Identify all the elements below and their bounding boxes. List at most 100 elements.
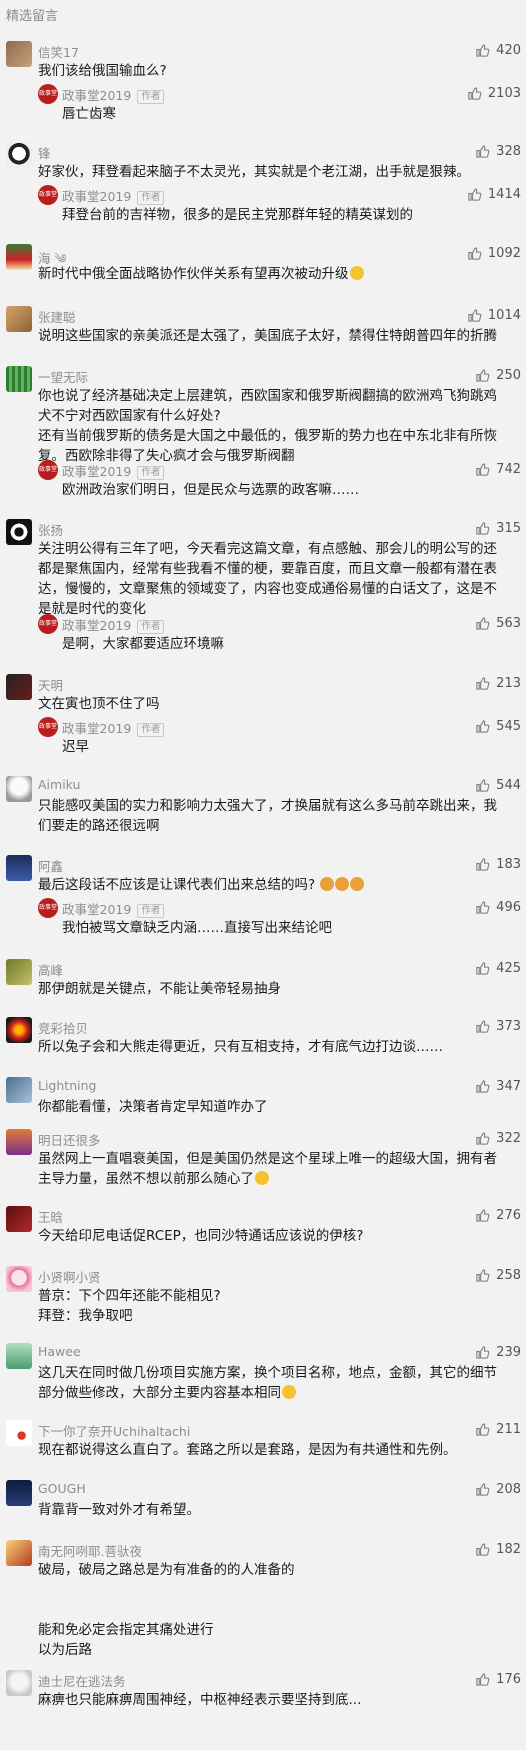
- thumbs-up-icon: [476, 44, 490, 57]
- avatar[interactable]: [6, 1017, 32, 1043]
- author-name: 政事堂2019: [62, 464, 132, 479]
- comment-text: 说明这些国家的亲美派还是太强了，美国底子太好，禁得住特朗普四年的折腾: [38, 328, 497, 344]
- avatar[interactable]: [6, 855, 32, 881]
- commenter-name: Aimiku: [38, 777, 81, 792]
- thumbs-up-icon: [476, 779, 490, 792]
- avatar[interactable]: [6, 1206, 32, 1232]
- thumbs-up-icon: [476, 369, 490, 382]
- reply-text: 是啊，大家都要适应环境嘛: [62, 636, 224, 652]
- like-button[interactable]: 373: [475, 1019, 521, 1034]
- avatar[interactable]: [6, 1343, 32, 1369]
- comment-text: 虽然网上一直唱衰美国，但是美国仍然是这个星球上唯一的超级大国，拥有者主导力量，虽…: [38, 1149, 508, 1189]
- like-button[interactable]: 211: [475, 1422, 521, 1437]
- author-badge: 作者: [137, 723, 165, 737]
- comment-text: 麻痹也只能麻痹周围神经，中枢神经表示要坚持到底...: [38, 1692, 362, 1708]
- like-button[interactable]: 322: [475, 1131, 521, 1146]
- reply-like-button[interactable]: 1414: [467, 187, 521, 202]
- thumbs-up-icon: [468, 309, 482, 322]
- like-button[interactable]: 239: [475, 1345, 521, 1360]
- like-button[interactable]: 315: [475, 521, 521, 536]
- thumbs-up-icon: [468, 188, 482, 201]
- commenter-name: 锋: [38, 146, 51, 161]
- reply-like-button[interactable]: 496: [475, 900, 521, 915]
- like-button[interactable]: 258: [475, 1268, 521, 1283]
- emoji-icon: [350, 877, 365, 891]
- commenter-name: 王晗: [38, 1210, 64, 1225]
- avatar[interactable]: [6, 1480, 32, 1506]
- avatar[interactable]: [6, 1266, 32, 1292]
- thumbs-up-icon: [476, 720, 490, 733]
- avatar[interactable]: [6, 306, 32, 332]
- avatar[interactable]: [6, 366, 32, 392]
- author-avatar: 政事堂: [38, 185, 58, 205]
- like-button[interactable]: 182: [475, 1542, 521, 1557]
- author-name: 政事堂2019: [62, 902, 132, 917]
- thumbs-up-icon: [476, 677, 490, 690]
- avatar[interactable]: [6, 1129, 32, 1155]
- thumbs-up-icon: [476, 522, 490, 535]
- like-button[interactable]: 328: [475, 144, 521, 159]
- commenter-name: 竞彩拾贝: [38, 1021, 89, 1036]
- avatar[interactable]: [6, 41, 32, 67]
- comment-text: 你都能看懂，决策者肯定早知道咋办了: [38, 1099, 268, 1115]
- reply-like-button[interactable]: 545: [475, 719, 521, 734]
- avatar[interactable]: [6, 519, 32, 545]
- author-name: 政事堂2019: [62, 88, 132, 103]
- like-button[interactable]: 276: [475, 1208, 521, 1223]
- like-button[interactable]: 420: [475, 43, 521, 58]
- like-button[interactable]: 250: [475, 368, 521, 383]
- avatar[interactable]: [6, 1670, 32, 1696]
- avatar[interactable]: [6, 142, 32, 168]
- commenter-name: 一望无际: [38, 370, 89, 385]
- thumbs-up-icon: [476, 901, 490, 914]
- avatar[interactable]: [6, 244, 32, 270]
- avatar[interactable]: [6, 674, 32, 700]
- author-badge: 作者: [137, 466, 165, 480]
- commenter-name: 阿鑫: [38, 859, 64, 874]
- comment-text: 文在寅也顶不住了吗: [38, 696, 160, 712]
- reply-text: 迟早: [62, 739, 89, 755]
- avatar[interactable]: [6, 1540, 32, 1566]
- commenter-name: 明日还很多: [38, 1133, 101, 1148]
- author-name-line: 政事堂2019 作者: [62, 718, 165, 737]
- like-count: 1092: [487, 246, 521, 261]
- comment-text: 所以兔子会和大熊走得更近，只有互相支持，才有底气边打边谈……: [38, 1039, 443, 1055]
- like-button[interactable]: 425: [475, 961, 521, 976]
- reply-like-button[interactable]: 2103: [467, 86, 521, 101]
- author-avatar: 政事堂: [38, 717, 58, 737]
- like-count: 182: [496, 1542, 521, 1557]
- thumbs-up-icon: [476, 1132, 490, 1145]
- author-avatar: 政事堂: [38, 460, 58, 480]
- comment-text: 今天给印尼电话促RCEP，也同沙特通话应该说的伊核?: [38, 1228, 364, 1244]
- like-button[interactable]: 183: [475, 857, 521, 872]
- thumbs-up-icon: [476, 1080, 490, 1093]
- author-name: 政事堂2019: [62, 721, 132, 736]
- author-reply: 政事堂 政事堂2019 作者 欧洲政治家们明日，但是民众与选票的政客嘛…… 742: [38, 460, 526, 504]
- thumbs-up-icon: [476, 1673, 490, 1686]
- comment-text: 最后这段话不应该是让课代表们出来总结的吗?: [38, 875, 508, 895]
- avatar[interactable]: [6, 959, 32, 985]
- author-reply: 政事堂 政事堂2019 作者 拜登台前的吉祥物，很多的是民主党那群年轻的精英谋划的…: [38, 185, 526, 229]
- like-button[interactable]: 208: [475, 1482, 521, 1497]
- avatar[interactable]: [6, 776, 32, 802]
- comment-text: 现在都说得这么直白了。套路之所以是套路，是因为有共通性和先例。: [38, 1442, 457, 1458]
- avatar[interactable]: [6, 1420, 32, 1446]
- like-button[interactable]: 176: [475, 1672, 521, 1687]
- reply-like-button[interactable]: 742: [475, 462, 521, 477]
- comment-text-body: 新时代中俄全面战略协作伙伴关系有望再次被动升级: [38, 266, 349, 282]
- reply-text: 我怕被骂文章缺乏内涵……直接写出来结论吧: [62, 920, 332, 936]
- like-button[interactable]: 347: [475, 1079, 521, 1094]
- thumbs-up-icon: [476, 858, 490, 871]
- like-button[interactable]: 1014: [467, 308, 521, 323]
- thumbs-up-icon: [476, 1483, 490, 1496]
- like-button[interactable]: 1092: [467, 246, 521, 261]
- like-count: 208: [496, 1482, 521, 1497]
- like-button[interactable]: 544: [475, 778, 521, 793]
- author-name: 政事堂2019: [62, 618, 132, 633]
- author-reply: 政事堂 政事堂2019 作者 是啊，大家都要适应环境嘛 563: [38, 614, 526, 658]
- like-button[interactable]: 213: [475, 676, 521, 691]
- avatar[interactable]: [6, 1077, 32, 1103]
- reply-like-button[interactable]: 563: [475, 616, 521, 631]
- author-reply: 政事堂 政事堂2019 作者 迟早 545: [38, 717, 526, 761]
- like-count: 322: [496, 1131, 521, 1146]
